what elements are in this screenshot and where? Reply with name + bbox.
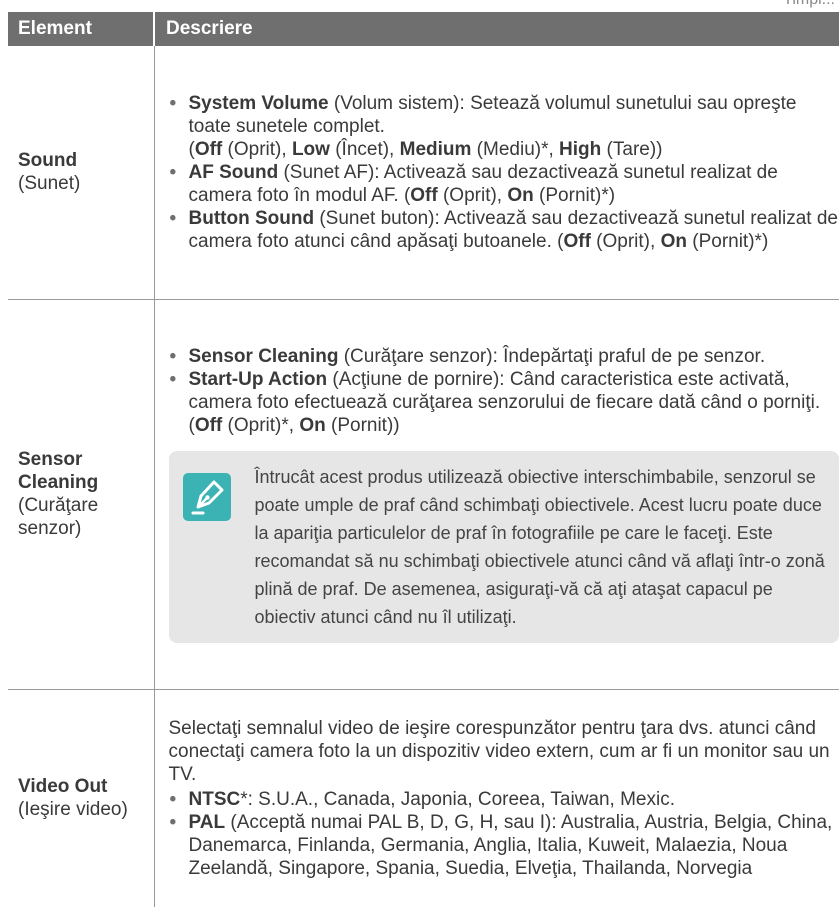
option-translation: (Pornit)* [533, 184, 609, 206]
bullet-icon: • [169, 788, 177, 810]
bullet-icon: • [169, 369, 177, 390]
pen-nib-note-icon [182, 473, 231, 521]
option-value: On [660, 230, 687, 252]
table-row-video-out: Video Out (Ieşire video) Selectaţi semna… [8, 689, 839, 907]
item-text: (Curăţare senzor): Îndepărtaţi praful de… [338, 346, 766, 367]
element-name-line1: Sensor [18, 449, 83, 470]
item-term: System Volume [188, 92, 329, 114]
description-cell-sound: • System Volume (Volum sistem): Setează v… [154, 46, 839, 300]
option-value: Medium [399, 138, 472, 160]
option-translation: (Pornit) [325, 415, 394, 436]
list-item: • NTSC*: S.U.A., Canada, Japonia, Coreea,… [169, 788, 839, 811]
item-close: ) [761, 230, 769, 252]
option-value: High [559, 138, 602, 160]
element-name: Sound [18, 150, 78, 172]
option-value: On [299, 415, 326, 436]
option-translation: (Oprit), [437, 184, 508, 206]
note-text: Întrucât acest produs utilizează obiecti… [254, 467, 825, 627]
bullet-icon: • [169, 161, 177, 183]
option-value: Low [291, 138, 330, 160]
element-cell-sensor-cleaning: Sensor Cleaning (Curăţare senzor) [8, 299, 155, 690]
item-term: Button Sound [188, 207, 315, 229]
element-cell-video-out: Video Out (Ieşire video) [8, 689, 155, 907]
header-element: Element [8, 12, 154, 46]
item-term: PAL [188, 811, 226, 833]
option-translation: (Oprit)*, [222, 415, 300, 436]
intro-text: Selectaţi semnalul video de ieşire cores… [168, 717, 830, 785]
list-item: • Start-Up Action (Acţiune de pornire): C… [169, 368, 839, 437]
element-translation: (Sunet) [18, 173, 81, 195]
bullet-icon: • [169, 92, 177, 114]
item-close: ) [393, 415, 400, 436]
element-translation: (Ieşire video) [18, 799, 128, 821]
list-item: • PAL (Acceptă numai PAL B, D, G, H, sau … [169, 811, 839, 880]
option-value: On [507, 184, 534, 206]
item-term: NTSC [188, 788, 241, 810]
option-translation: (Oprit), [590, 230, 661, 252]
option-value: Off [194, 138, 223, 160]
element-name: Video Out [18, 776, 108, 798]
item-text: (Acceptă numai PAL B, D, G, H, sau I): A… [188, 811, 833, 879]
option-translation: (Mediu)*, [471, 138, 560, 160]
item-term: AF Sound [188, 161, 279, 183]
option-value: Off [410, 184, 438, 206]
item-text: *: S.U.A., Canada, Japonia, Coreea, Taiw… [240, 788, 675, 810]
list-item: • Button Sound (Sunet buton): Activează s… [169, 207, 839, 253]
element-name-line2: Cleaning [18, 472, 99, 493]
option-value: Off [563, 230, 591, 252]
option-translation: (Încet), [329, 138, 400, 160]
list-item: • AF Sound (Sunet AF): Activează sau deza… [169, 161, 839, 207]
settings-table: Element Descriere Sound (Sunet) • System … [8, 12, 839, 907]
table-header-row: Element Descriere [8, 12, 839, 46]
list-item: • Sensor Cleaning (Curăţare senzor): Înde… [169, 345, 839, 368]
table-row-sensor-cleaning: Sensor Cleaning (Curăţare senzor) • Senso… [8, 299, 839, 690]
bullet-icon: • [169, 811, 177, 833]
option-translation: (Pornit)* [686, 230, 762, 252]
option-translation: (Oprit), [222, 138, 292, 160]
description-cell-sensor-cleaning: • Sensor Cleaning (Curăţare senzor): Înde… [154, 299, 839, 690]
element-cell-sound: Sound (Sunet) [8, 46, 155, 300]
bullet-icon: • [169, 346, 177, 367]
item-term: Sensor Cleaning [188, 346, 339, 367]
header-description: Descriere [153, 12, 839, 46]
option-translation: (Tare) [601, 138, 657, 160]
description-cell-video-out: Selectaţi semnalul video de ieşire cores… [154, 689, 839, 907]
page-top-note: Timpl... [783, 0, 835, 9]
item-term: Start-Up Action [188, 369, 328, 390]
list-item: • System Volume (Volum sistem): Setează v… [169, 92, 797, 160]
option-value: Off [194, 415, 223, 436]
item-close: ) [608, 184, 616, 206]
note-box: Întrucât acest produs utilizează obiecti… [168, 451, 839, 643]
bullet-icon: • [169, 207, 177, 229]
table-row-sound: Sound (Sunet) • System Volume (Volum sist… [8, 46, 839, 300]
element-translation: (Curăţare senzor) [18, 495, 99, 539]
